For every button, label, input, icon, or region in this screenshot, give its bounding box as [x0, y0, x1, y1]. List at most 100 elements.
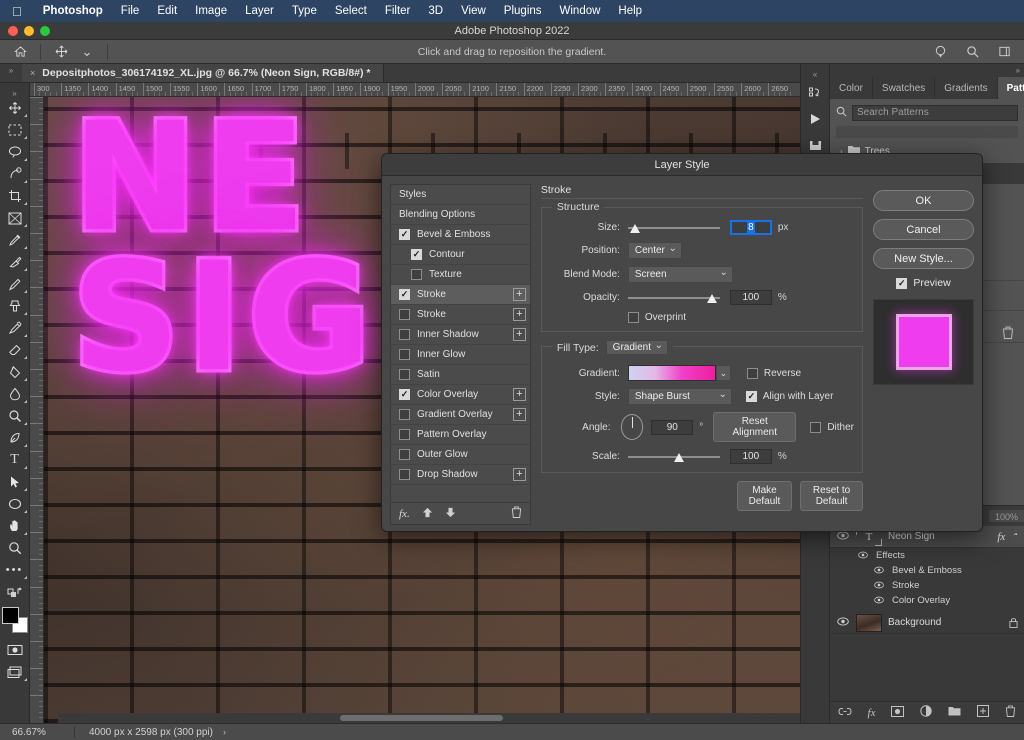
blend-mode-select[interactable]: Screen	[628, 266, 733, 283]
gradient-style-select[interactable]: Shape Burst	[628, 388, 732, 405]
new-style-button[interactable]: New Style...	[873, 248, 974, 269]
style-checkbox[interactable]	[399, 389, 410, 400]
blur-tool[interactable]	[1, 383, 29, 405]
add-effect-icon[interactable]: +	[513, 388, 526, 401]
ellipse-tool[interactable]	[1, 493, 29, 515]
type-tool[interactable]: T	[1, 449, 29, 471]
move-up-icon[interactable]	[422, 507, 433, 521]
style-item-inner-glow[interactable]: Inner Glow	[391, 345, 530, 365]
style-checkbox[interactable]	[399, 289, 410, 300]
delete-pattern-icon[interactable]	[1002, 326, 1014, 342]
style-item-bevel-emboss[interactable]: Bevel & Emboss	[391, 225, 530, 245]
menu-select[interactable]: Select	[326, 0, 376, 22]
style-checkbox[interactable]	[399, 469, 410, 480]
menu-layer[interactable]: Layer	[236, 0, 283, 22]
delete-icon[interactable]	[511, 506, 522, 521]
slider-knob[interactable]	[707, 292, 718, 303]
brush-tool[interactable]	[1, 273, 29, 295]
edit-toolbar-button[interactable]: •••	[1, 559, 29, 581]
add-effect-icon[interactable]: +	[513, 328, 526, 341]
screen-mode-icon[interactable]	[1, 661, 29, 683]
style-item-color-overlay[interactable]: Color Overlay +	[391, 385, 530, 405]
size-slider[interactable]	[628, 221, 720, 235]
menu-view[interactable]: View	[452, 0, 495, 22]
add-fx-icon[interactable]: fx	[868, 707, 876, 719]
path-selection-tool[interactable]	[1, 471, 29, 493]
style-item-outer-glow[interactable]: Outer Glow	[391, 445, 530, 465]
style-item-gradient-overlay[interactable]: Gradient Overlay +	[391, 405, 530, 425]
default-colors-icon[interactable]	[1, 581, 29, 603]
effect-visibility-icon[interactable]	[872, 581, 886, 591]
style-item-stroke-1[interactable]: Stroke +	[391, 285, 530, 305]
add-effect-icon[interactable]: +	[513, 408, 526, 421]
style-checkbox[interactable]	[399, 309, 410, 320]
foreground-color-swatch[interactable]	[2, 607, 19, 624]
size-input[interactable]: 8	[730, 220, 772, 235]
effect-bevel-emboss[interactable]: Bevel & Emboss	[830, 563, 1024, 578]
menu-plugins[interactable]: Plugins	[495, 0, 551, 22]
left-dock-collapse-icon[interactable]: »	[0, 64, 22, 82]
style-item-pattern-overlay[interactable]: Pattern Overlay	[391, 425, 530, 445]
scale-input[interactable]: 100	[730, 449, 772, 464]
cancel-button[interactable]: Cancel	[873, 219, 974, 240]
effect-color-overlay[interactable]: Color Overlay	[830, 593, 1024, 608]
styles-list-header[interactable]: Styles	[391, 185, 530, 205]
style-item-contour[interactable]: Contour	[391, 245, 530, 265]
zoom-level[interactable]: 66.67%	[0, 727, 74, 738]
effects-visibility-icon[interactable]	[856, 551, 870, 561]
menu-edit[interactable]: Edit	[148, 0, 186, 22]
position-select[interactable]: Center	[628, 242, 682, 259]
menu-3d[interactable]: 3D	[419, 0, 452, 22]
color-swatches[interactable]	[2, 607, 28, 633]
lasso-tool[interactable]	[1, 141, 29, 163]
effect-stroke[interactable]: Stroke	[830, 578, 1024, 593]
document-tab[interactable]: × Depositphotos_306174192_XL.jpg @ 66.7%…	[22, 64, 384, 82]
add-effect-icon[interactable]: +	[513, 288, 526, 301]
dither-checkbox[interactable]	[810, 422, 821, 433]
opacity-input[interactable]: 100	[730, 290, 772, 305]
menu-window[interactable]: Window	[551, 0, 610, 22]
dock-collapse-icon[interactable]: »	[830, 64, 1024, 77]
move-down-icon[interactable]	[445, 507, 456, 521]
align-with-layer-checkbox[interactable]	[746, 391, 757, 402]
history-brush-tool[interactable]	[1, 317, 29, 339]
rail-collapse-icon[interactable]: «	[802, 68, 828, 80]
status-expand-icon[interactable]: ›	[213, 727, 226, 737]
menu-image[interactable]: Image	[186, 0, 236, 22]
link-layers-icon[interactable]	[838, 707, 852, 719]
style-item-inner-shadow[interactable]: Inner Shadow +	[391, 325, 530, 345]
reverse-checkbox[interactable]	[747, 368, 758, 379]
style-checkbox[interactable]	[399, 409, 410, 420]
add-effect-icon[interactable]: +	[513, 308, 526, 321]
apple-logo-icon[interactable]: 	[8, 5, 34, 18]
toolbar-collapse-icon[interactable]: »	[1, 87, 29, 97]
menu-photoshop[interactable]: Photoshop	[34, 0, 112, 22]
style-checkbox[interactable]	[399, 229, 410, 240]
gradient-picker-chevron-icon[interactable]: ⌄	[716, 365, 731, 381]
menu-help[interactable]: Help	[609, 0, 651, 22]
tab-patterns[interactable]: Patterns	[998, 77, 1024, 99]
slider-knob[interactable]	[674, 451, 685, 462]
dodge-tool[interactable]	[1, 405, 29, 427]
zoom-tool[interactable]	[1, 537, 29, 559]
healing-brush-tool[interactable]	[1, 251, 29, 273]
effect-visibility-icon[interactable]	[872, 596, 886, 606]
layer-effects-group[interactable]: Effects	[830, 548, 1024, 563]
overprint-checkbox[interactable]	[628, 312, 639, 323]
layer-visibility-icon[interactable]	[836, 617, 850, 629]
search-icon[interactable]	[960, 42, 984, 62]
actions-play-icon[interactable]	[802, 106, 828, 132]
style-checkbox[interactable]	[399, 369, 410, 380]
move-tool-icon[interactable]	[49, 42, 73, 62]
menu-file[interactable]: File	[112, 0, 149, 22]
style-item-stroke-2[interactable]: Stroke +	[391, 305, 530, 325]
make-default-button[interactable]: Make Default	[737, 481, 792, 511]
tab-gradients[interactable]: Gradients	[935, 77, 997, 99]
tool-options-chevron-icon[interactable]: ⌄	[75, 42, 99, 62]
gradient-swatch[interactable]	[628, 365, 716, 381]
style-checkbox[interactable]	[399, 329, 410, 340]
fx-icon[interactable]: fx	[997, 531, 1005, 543]
canvas-horizontal-scrollbar[interactable]	[58, 713, 800, 723]
eyedropper-tool[interactable]	[1, 229, 29, 251]
add-mask-icon[interactable]	[891, 706, 904, 720]
